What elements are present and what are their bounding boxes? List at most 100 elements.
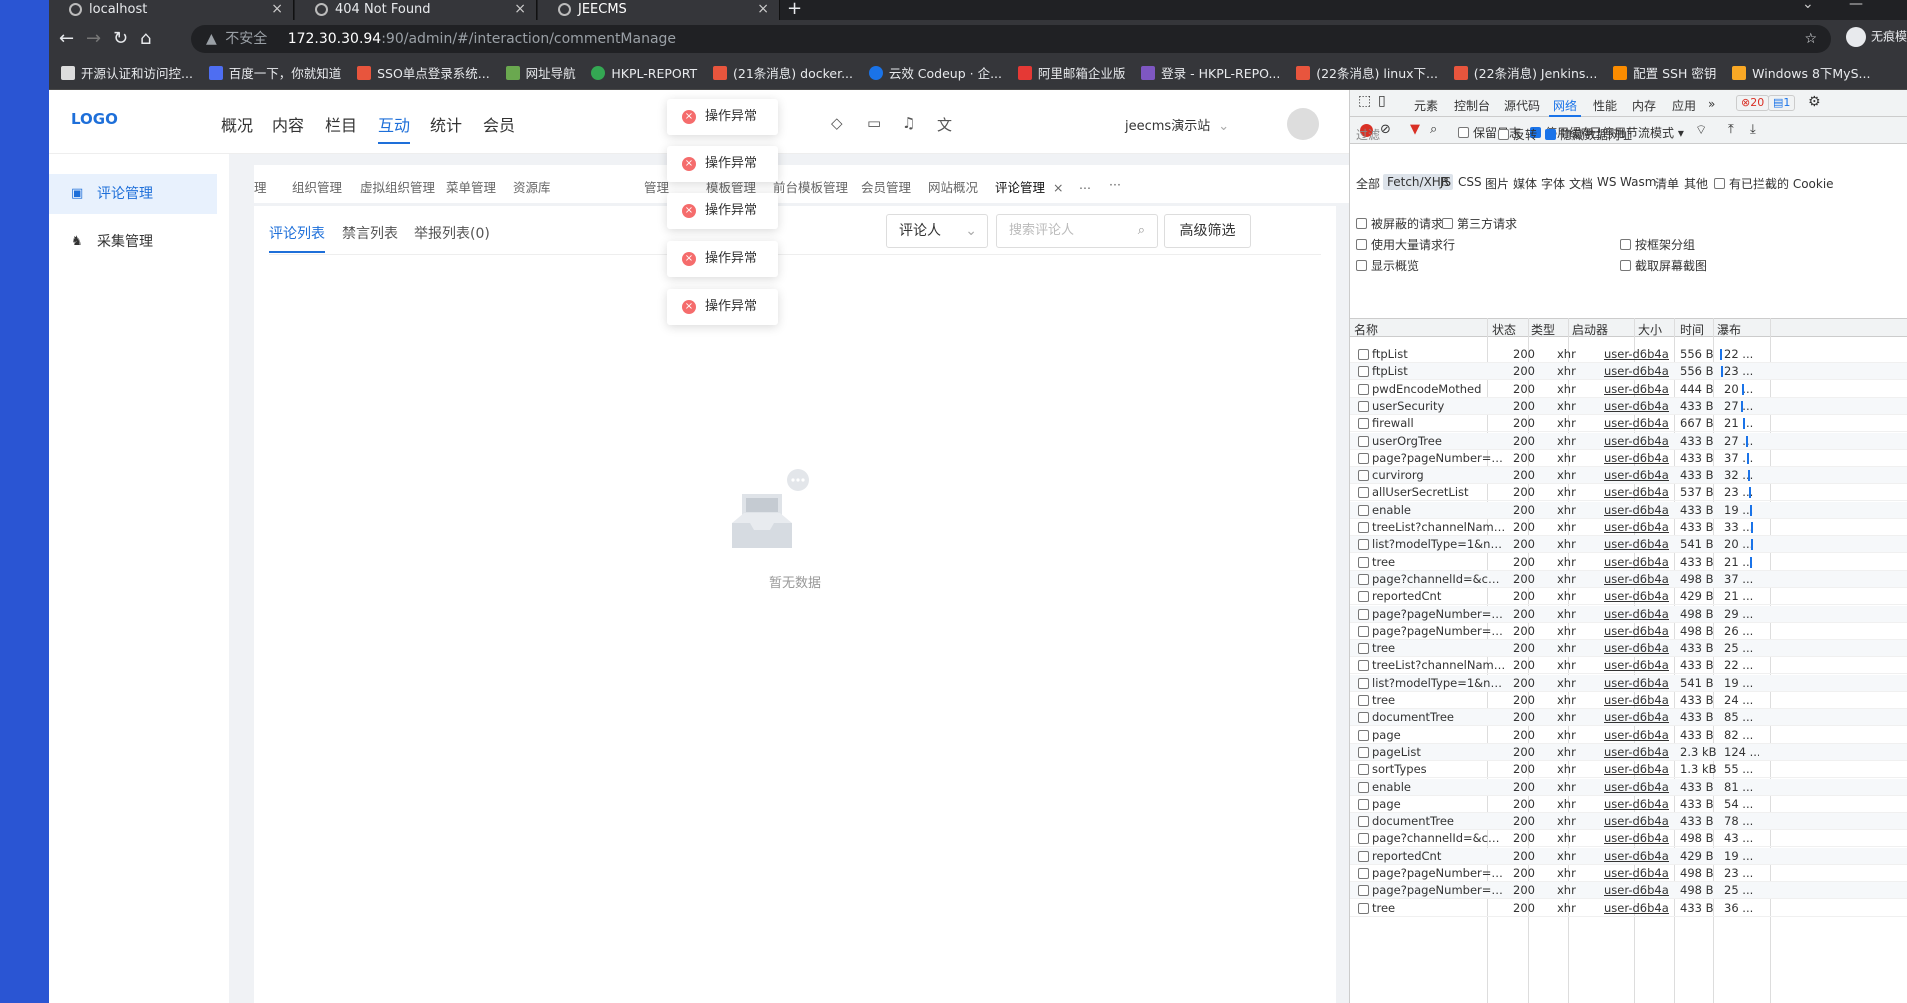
clean-icon[interactable]: ◇ — [831, 114, 843, 132]
row-checkbox[interactable] — [1358, 504, 1369, 516]
request-initiator[interactable]: user-d6b4a... — [1604, 882, 1669, 899]
page-tab[interactable]: 前台模板管理 — [773, 177, 848, 196]
page-tab[interactable]: 管理 — [644, 177, 669, 196]
nav-interaction[interactable]: 互动 — [378, 112, 411, 144]
translate-icon[interactable]: 文 — [937, 114, 952, 135]
show-overview-checkbox[interactable]: 显示概览 — [1356, 257, 1419, 274]
network-request-row[interactable]: tree 200 xhr user-d6b4a... 433 B 21 ... — [1350, 554, 1907, 571]
site-selector[interactable]: jeecms演示站 ⌄ — [1125, 115, 1229, 134]
request-initiator[interactable]: user-d6b4a... — [1604, 848, 1669, 865]
bookmark-item[interactable]: Windows 8下MyS... — [1732, 57, 1870, 89]
request-initiator[interactable]: user-d6b4a... — [1604, 709, 1669, 726]
nav-statistics[interactable]: 统计 — [430, 112, 462, 136]
screenshots-checkbox[interactable]: 截取屏幕截图 — [1620, 257, 1707, 274]
network-request-row[interactable]: ftpList 200 xhr user-d6b4a... 556 B 23 ... — [1350, 363, 1907, 381]
type-filter-media[interactable]: 媒体 — [1513, 175, 1537, 192]
request-initiator[interactable]: user-d6b4a... — [1604, 761, 1669, 778]
network-request-row[interactable]: tree 200 xhr user-d6b4a... 433 B 25 ... — [1350, 640, 1907, 658]
big-rows-checkbox[interactable]: 使用大量请求行 — [1356, 236, 1455, 253]
browser-tab-localhost[interactable]: localhost × — [49, 0, 294, 20]
row-checkbox[interactable] — [1358, 850, 1369, 862]
request-initiator[interactable]: user-d6b4a... — [1604, 900, 1669, 917]
request-initiator[interactable]: user-d6b4a... — [1604, 536, 1669, 553]
network-request-row[interactable]: page?pageNumber=1&... 200 xhr user-d6b4a...… — [1350, 450, 1907, 467]
type-filter-font[interactable]: 字体 — [1541, 175, 1565, 192]
blocked-requests-checkbox[interactable]: 被屏蔽的请求 — [1356, 215, 1443, 232]
network-request-row[interactable]: page 200 xhr user-d6b4a... 433 B 54 ... — [1350, 796, 1907, 813]
more-tabs-icon[interactable]: » — [1708, 97, 1715, 111]
network-request-row[interactable]: enable 200 xhr user-d6b4a... 433 B 81 ... — [1350, 778, 1907, 796]
filter-icon[interactable]: ▼ — [1410, 122, 1420, 137]
network-request-row[interactable]: reportedCnt 200 xhr user-d6b4a... 429 B 21 ..… — [1350, 588, 1907, 606]
type-filter-manifest[interactable]: 清单 — [1655, 175, 1679, 192]
network-request-row[interactable]: page?channelId=&cont... 200 xhr user-d6b4a.… — [1350, 570, 1907, 588]
request-initiator[interactable]: user-d6b4a... — [1604, 744, 1669, 761]
tab-report-list[interactable]: 举报列表(0) — [414, 223, 490, 243]
bookmark-star-icon[interactable]: ☆ — [1804, 25, 1817, 53]
tab-search-icon[interactable]: ⌄ — [1802, 0, 1814, 12]
column-time[interactable]: 时间 — [1680, 321, 1704, 338]
close-tab-icon[interactable]: × — [514, 0, 526, 19]
column-waterfall[interactable]: 瀑布 — [1717, 321, 1741, 338]
network-request-row[interactable]: pageList 200 xhr user-d6b4a... 2.3 kB 124 ... — [1350, 743, 1907, 761]
tab-elements[interactable]: 元素 — [1414, 97, 1438, 114]
row-checkbox[interactable] — [1358, 729, 1369, 741]
request-initiator[interactable]: user-d6b4a... — [1604, 398, 1669, 415]
row-checkbox[interactable] — [1358, 383, 1369, 395]
row-checkbox[interactable] — [1358, 487, 1369, 499]
request-initiator[interactable]: user-d6b4a... — [1604, 433, 1669, 450]
request-initiator[interactable]: user-d6b4a... — [1604, 727, 1669, 744]
request-initiator[interactable]: user-d6b4a... — [1604, 640, 1669, 657]
network-request-row[interactable]: page 200 xhr user-d6b4a... 433 B 82 ... — [1350, 727, 1907, 744]
request-initiator[interactable]: user-d6b4a... — [1604, 363, 1669, 380]
network-request-row[interactable]: page?pageNumber=1&... 200 xhr user-d6b4a...… — [1350, 623, 1907, 640]
request-initiator[interactable]: user-d6b4a... — [1604, 692, 1669, 709]
close-icon[interactable]: × — [1053, 180, 1063, 195]
row-checkbox[interactable] — [1358, 764, 1369, 776]
request-initiator[interactable]: user-d6b4a... — [1604, 606, 1669, 623]
blocked-cookies-checkbox[interactable]: 有已拦截的 Cookie — [1714, 175, 1834, 192]
error-count-badge[interactable]: ⊗20 — [1736, 95, 1770, 111]
browser-tab-404[interactable]: 404 Not Found × — [295, 0, 537, 20]
column-initiator[interactable]: 启动器 — [1572, 321, 1608, 338]
invert-checkbox[interactable]: 反转 — [1498, 126, 1537, 143]
row-checkbox[interactable] — [1358, 643, 1369, 655]
request-initiator[interactable]: user-d6b4a... — [1604, 865, 1669, 882]
row-checkbox[interactable] — [1358, 746, 1369, 758]
type-filter-img[interactable]: 图片 — [1485, 175, 1509, 192]
tab-comment-list[interactable]: 评论列表 — [269, 223, 325, 253]
group-by-frame-checkbox[interactable]: 按框架分组 — [1620, 236, 1695, 253]
row-checkbox[interactable] — [1358, 435, 1369, 447]
type-filter-other[interactable]: 其他 — [1684, 175, 1708, 192]
nav-overview[interactable]: 概况 — [221, 112, 253, 136]
request-initiator[interactable]: user-d6b4a... — [1604, 554, 1669, 571]
commenter-select[interactable]: 评论人 ⌄ — [886, 214, 988, 248]
nav-member[interactable]: 会员 — [483, 112, 515, 136]
row-checkbox[interactable] — [1358, 400, 1369, 412]
column-type[interactable]: 类型 — [1531, 321, 1555, 338]
bookmark-item[interactable]: SSO单点登录系统... — [357, 57, 490, 89]
third-party-checkbox[interactable]: 第三方请求 — [1442, 215, 1517, 232]
column-size[interactable]: 大小 — [1638, 321, 1662, 338]
type-filter-doc[interactable]: 文档 — [1569, 175, 1593, 192]
profile-button[interactable]: 无痕模 — [1845, 27, 1907, 47]
bookmark-item[interactable]: 开源认证和访问控... — [61, 57, 193, 89]
row-checkbox[interactable] — [1358, 695, 1369, 706]
network-request-row[interactable]: userSecurity200xhruser-d6b4a...433 B27 .… — [1350, 397, 1907, 415]
gear-icon[interactable]: ⚙ — [1808, 94, 1821, 110]
network-request-row[interactable]: userOrgTree 200 xhr user-d6b4a... 433 B 27 ..… — [1350, 432, 1907, 450]
network-request-row[interactable]: reportedCnt 200 xhr user-d6b4a... 429 B 19 ..… — [1350, 847, 1907, 865]
row-checkbox[interactable] — [1358, 539, 1369, 551]
network-request-row[interactable]: firewall 200 xhr user-d6b4a... 667 B 21 ... — [1350, 415, 1907, 433]
monitor-icon[interactable]: ▭ — [867, 114, 881, 132]
clear-icon[interactable]: ⊘ — [1380, 122, 1391, 137]
bookmark-item[interactable]: 阿里邮箱企业版 — [1017, 57, 1125, 89]
row-checkbox[interactable] — [1358, 712, 1369, 724]
bookmark-item[interactable]: 百度一下，你就知道 — [208, 57, 341, 89]
request-initiator[interactable]: user-d6b4a... — [1604, 415, 1669, 432]
advanced-filter-button[interactable]: 高级筛选 — [1164, 214, 1251, 248]
home-icon[interactable]: ⌂ — [140, 28, 151, 49]
column-name[interactable]: 名称 — [1354, 321, 1378, 338]
request-initiator[interactable]: user-d6b4a... — [1604, 502, 1669, 519]
network-request-row[interactable]: tree 200 xhr user-d6b4a... 433 B 36 ... — [1350, 900, 1907, 917]
